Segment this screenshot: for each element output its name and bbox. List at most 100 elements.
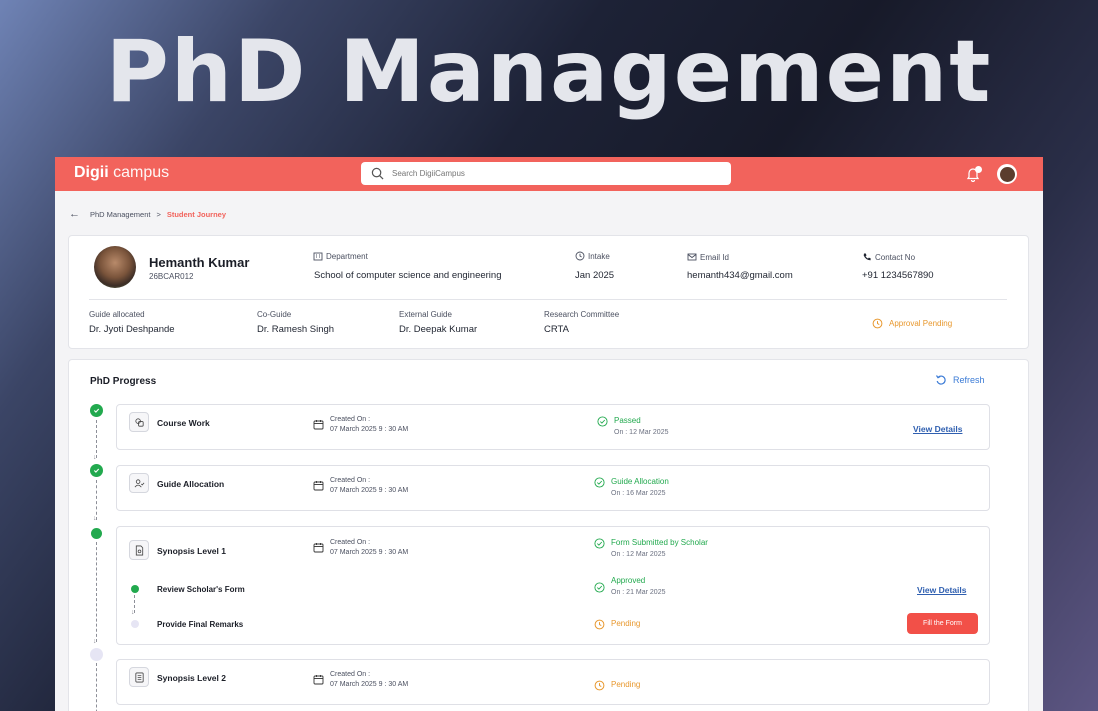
status-date: On : 16 Mar 2025 — [611, 490, 666, 497]
created-date: 07 March 2025 9 : 30 AM — [330, 487, 409, 494]
coguide-label: Co-Guide — [257, 310, 292, 319]
substep-dot-pending — [131, 620, 139, 628]
contact-label-row: Contact No — [862, 252, 915, 262]
status-text: Approved — [611, 576, 646, 585]
check-circle-icon — [594, 477, 605, 488]
intake-label-row: Intake — [575, 251, 610, 261]
clock-icon — [575, 251, 585, 261]
contact-label: Contact No — [875, 252, 916, 262]
timeline-dot-current — [91, 528, 102, 539]
email-label: Email Id — [700, 252, 729, 262]
building-icon — [313, 252, 323, 261]
document-icon — [129, 540, 149, 560]
intake-label: Intake — [588, 251, 610, 261]
step-status: Pending — [594, 680, 640, 691]
substep-dot-completed — [131, 585, 139, 593]
user-avatar[interactable] — [997, 164, 1017, 184]
search-input[interactable] — [392, 169, 712, 178]
committee-label: Research Committee — [544, 310, 620, 319]
created-label: Created On : — [330, 671, 371, 678]
profile-divider — [89, 299, 1007, 300]
breadcrumb-parent[interactable]: PhD Management — [90, 210, 150, 219]
logo[interactable]: Digii campus — [74, 164, 169, 182]
timeline-dot-completed — [90, 464, 103, 477]
fill-form-button[interactable]: Fill the Form — [907, 613, 978, 634]
guide-label: Guide allocated — [89, 310, 145, 319]
app-window: Digii campus ← PhD Management > Student … — [55, 157, 1043, 711]
committee-value: CRTA — [544, 324, 569, 335]
email-label-row: Email Id — [687, 252, 729, 262]
status-text: Pending — [611, 680, 641, 689]
student-id: 26BCAR012 — [149, 272, 194, 281]
step-synopsis-level-1: Synopsis Level 1 Created On : 07 March 20… — [116, 526, 990, 645]
view-details-link[interactable]: View Details — [917, 585, 966, 595]
timeline-connector — [96, 420, 97, 458]
department-value: School of computer science and engineeri… — [314, 270, 502, 281]
timeline-arrow: ↓ — [93, 454, 97, 461]
step-status: Form Submitted by Scholar On : 12 Mar 202… — [594, 538, 708, 558]
step-guide-allocation: Guide Allocation Created On : 07 March 20… — [116, 465, 990, 511]
step-synopsis-level-2: Synopsis Level 2 Created On : 07 March 20… — [116, 659, 990, 705]
course-icon — [129, 412, 149, 432]
check-circle-icon — [594, 538, 605, 549]
logo-light: campus — [108, 164, 170, 181]
timeline-connector — [96, 663, 97, 711]
guide-value: Dr. Jyoti Deshpande — [89, 324, 175, 335]
email-value[interactable]: hemanth434@gmail.com — [687, 270, 793, 281]
profile-card: Hemanth Kumar 26BCAR012 Department Schoo… — [68, 235, 1029, 349]
created-on: Created On : 07 March 2025 9 : 30 AM — [313, 416, 408, 433]
created-on: Created On : 07 March 2025 9 : 30 AM — [313, 671, 408, 688]
user-check-icon — [129, 473, 149, 493]
approval-status: Approval Pending — [872, 318, 952, 329]
check-circle-icon — [597, 416, 608, 427]
timeline-connector — [96, 542, 97, 642]
student-name: Hemanth Kumar — [149, 255, 250, 270]
calendar-icon — [313, 675, 324, 685]
external-guide-value: Dr. Deepak Kumar — [399, 324, 478, 335]
status-date: On : 12 Mar 2025 — [611, 551, 666, 558]
top-bar: Digii campus — [55, 157, 1043, 191]
calendar-icon — [313, 481, 324, 491]
step-name: Guide Allocation — [157, 479, 225, 489]
substep-arrow: ↓ — [131, 609, 135, 616]
search-icon — [371, 167, 384, 180]
created-date: 07 March 2025 9 : 30 AM — [330, 426, 409, 433]
intake-value: Jan 2025 — [575, 270, 615, 281]
timeline-connector — [96, 480, 97, 520]
search-bar[interactable] — [361, 162, 731, 185]
student-avatar — [94, 246, 136, 288]
list-document-icon — [129, 667, 149, 687]
progress-card: PhD Progress Refresh ↓ ↓ ↓ Course Work C… — [68, 359, 1029, 711]
substep-name: Provide Final Remarks — [157, 620, 244, 629]
step-name: Synopsis Level 2 — [157, 673, 226, 683]
created-on: Created On : 07 March 2025 9 : 30 AM — [313, 477, 408, 494]
created-on: Created On : 07 March 2025 9 : 30 AM — [313, 539, 408, 556]
back-arrow-icon[interactable]: ← — [69, 208, 80, 220]
breadcrumb: ← PhD Management > Student Journey — [69, 208, 226, 220]
phone-icon — [863, 253, 871, 261]
mail-icon — [687, 253, 697, 261]
status-date: On : 12 Mar 2025 — [614, 429, 669, 436]
refresh-button[interactable]: Refresh — [935, 374, 985, 386]
step-status: Guide Allocation On : 16 Mar 2025 — [594, 477, 669, 497]
refresh-icon — [936, 375, 946, 385]
step-name: Synopsis Level 1 — [157, 546, 226, 556]
timeline-dot-pending — [90, 648, 103, 661]
status-text: Pending — [611, 619, 641, 628]
coguide-value: Dr. Ramesh Singh — [257, 324, 335, 335]
created-label: Created On : — [330, 416, 371, 423]
step-name: Course Work — [157, 418, 210, 428]
timeline-arrow: ↓ — [93, 515, 97, 522]
calendar-icon — [313, 543, 324, 553]
contact-value: +91 1234567890 — [862, 270, 934, 281]
breadcrumb-current: Student Journey — [166, 209, 227, 219]
status-text: Guide Allocation — [611, 477, 669, 486]
created-label: Created On : — [330, 539, 371, 546]
status-date: On : 21 Mar 2025 — [611, 589, 666, 596]
substep-status: Pending — [594, 619, 640, 630]
view-details-link[interactable]: View Details — [913, 424, 962, 434]
timeline-arrow: ↓ — [93, 638, 97, 645]
approval-status-text: Approval Pending — [889, 319, 953, 328]
notification-dot — [975, 166, 982, 173]
pending-clock-icon — [594, 680, 605, 691]
